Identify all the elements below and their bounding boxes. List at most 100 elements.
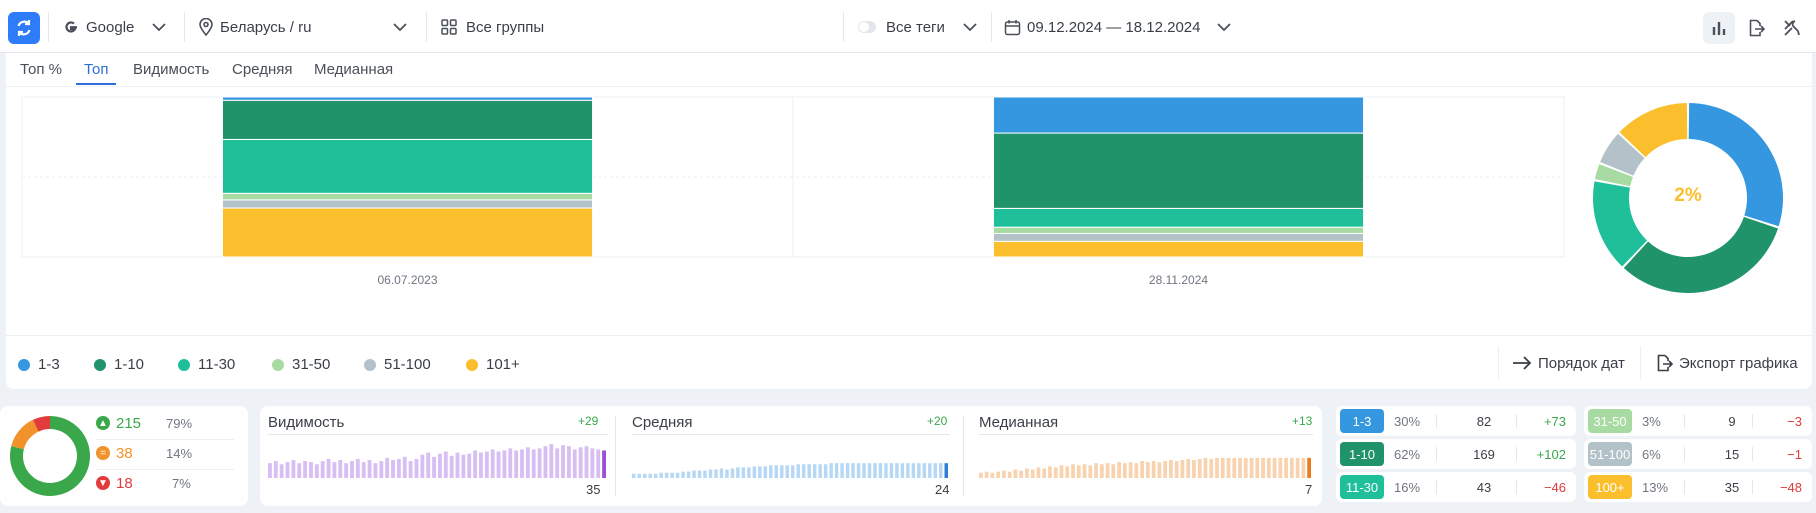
spark-bar <box>1065 466 1070 478</box>
spark-bar <box>525 447 530 478</box>
search-engine-select[interactable]: Google <box>62 14 167 40</box>
grid-icon <box>441 19 457 35</box>
spark-bar <box>1301 457 1306 478</box>
divider <box>979 434 1313 435</box>
spark-bar <box>851 463 855 478</box>
spark-bar <box>1048 466 1052 478</box>
spark-bar <box>1088 465 1093 478</box>
export-button[interactable] <box>1740 12 1772 44</box>
divider <box>1752 414 1753 428</box>
legend-item-1-3[interactable]: 1-3 <box>18 356 60 373</box>
spark-bar <box>1002 470 1006 478</box>
range-badge: 31-50 <box>1588 409 1632 433</box>
spark-bar <box>273 461 278 478</box>
summary-value: 38 <box>116 444 133 462</box>
spark-bar <box>911 463 916 478</box>
legend-item-1-10[interactable]: 1-10 <box>94 356 144 373</box>
range-delta: −48 <box>1779 479 1802 495</box>
spark-bar <box>566 446 571 478</box>
spark-bar <box>664 472 669 478</box>
divider <box>1684 447 1685 461</box>
spark-bar <box>1042 468 1047 478</box>
range-percent: 6% <box>1642 446 1661 462</box>
divider <box>48 12 49 42</box>
spark-bar <box>1169 460 1173 478</box>
date-range-select[interactable]: 09.12.2024 — 18.12.2024 <box>1004 14 1200 40</box>
divider <box>184 12 185 42</box>
chart-area: 06.07.2023 28.11.2024 2% <box>6 87 1812 327</box>
spark-bar <box>769 465 773 478</box>
chevron-down-icon[interactable] <box>1217 22 1231 32</box>
tab-median[interactable]: Медианная <box>314 61 393 78</box>
top-toolbar: Google Беларусь / ru Все группы Все теги… <box>0 0 1816 53</box>
spark-bar <box>467 453 472 478</box>
spark-bar <box>426 452 431 478</box>
spark-bar <box>774 465 779 478</box>
spark-bar <box>670 472 674 478</box>
tags-toggle[interactable] <box>858 21 876 33</box>
summary-value: 18 <box>116 474 133 492</box>
spark-bar <box>432 456 436 478</box>
legend-item-31-50[interactable]: 31-50 <box>272 356 330 373</box>
chevron-down-icon[interactable] <box>393 22 407 32</box>
spark-bar <box>984 471 989 478</box>
spark-bar <box>1289 457 1294 478</box>
settings-button[interactable] <box>1776 12 1808 44</box>
spark-bar <box>279 464 284 478</box>
spark-bar <box>884 463 888 478</box>
spark-bar <box>338 460 343 478</box>
spark-bar <box>1157 462 1162 478</box>
spark-bar <box>632 473 636 478</box>
spark-bar <box>642 473 647 478</box>
legend-item-51-100[interactable]: 51-100 <box>364 356 431 373</box>
tags-select[interactable]: Все теги <box>858 14 977 40</box>
spark-bar <box>1180 460 1185 478</box>
region-select[interactable]: Беларусь / ru <box>198 14 311 40</box>
spark-bar <box>856 463 861 478</box>
legend-dot <box>18 358 30 371</box>
bar-segment-101+ <box>221 207 594 258</box>
range-count: 15 <box>1724 446 1740 462</box>
groups-select[interactable]: Все группы <box>440 14 544 40</box>
date-order-button[interactable]: Порядок дат <box>1512 350 1625 376</box>
tab-top[interactable]: Топ <box>84 61 108 78</box>
range-row-51-100: 51-100 6% 15 −1 <box>1584 439 1812 469</box>
spark-bar <box>350 461 354 478</box>
bar-segment-11-30 <box>992 207 1365 228</box>
donut-slice-38 <box>11 419 39 450</box>
spark-bar <box>303 461 308 478</box>
refresh-button[interactable] <box>8 12 40 44</box>
spark-bar <box>344 463 349 478</box>
bar-segment-1-10 <box>221 99 594 140</box>
divider <box>1684 480 1685 494</box>
spark-bar <box>725 469 729 478</box>
bar-segment-31-50 <box>221 192 594 201</box>
spark-bar <box>922 463 927 478</box>
range-count: 35 <box>1724 479 1740 495</box>
average-sparkline <box>632 463 948 478</box>
spark-bar <box>703 470 707 478</box>
tab-average[interactable]: Средняя <box>232 61 292 78</box>
region-label: Беларусь / ru <box>220 18 312 36</box>
summary-percent: 7% <box>172 475 191 491</box>
summary-card: ▲ 215 79% = 38 14% ▼ 18 7% <box>0 406 248 506</box>
spark-bar <box>1105 463 1110 478</box>
range-percent: 62% <box>1394 446 1421 462</box>
divider <box>843 12 844 42</box>
spark-bar <box>520 449 524 478</box>
spark-bar <box>867 463 872 478</box>
chart-view-button[interactable] <box>1703 12 1735 44</box>
legend-dot <box>272 358 284 371</box>
range-count: 9 <box>1728 413 1736 429</box>
divider <box>1640 346 1641 380</box>
tab-top-percent[interactable]: Топ % <box>20 61 62 78</box>
legend-item-11-30[interactable]: 11-30 <box>178 356 235 373</box>
spark-bar <box>878 463 883 478</box>
legend-item-101-plus[interactable]: 101+ <box>466 356 520 373</box>
export-chart-button[interactable]: Экспорт графика <box>1655 350 1798 376</box>
bar-segment-51-100 <box>221 199 594 209</box>
divider <box>1516 414 1517 428</box>
divider <box>1436 480 1437 494</box>
range-delta: −1 <box>1787 446 1802 462</box>
tab-visibility[interactable]: Видимость <box>133 61 209 78</box>
